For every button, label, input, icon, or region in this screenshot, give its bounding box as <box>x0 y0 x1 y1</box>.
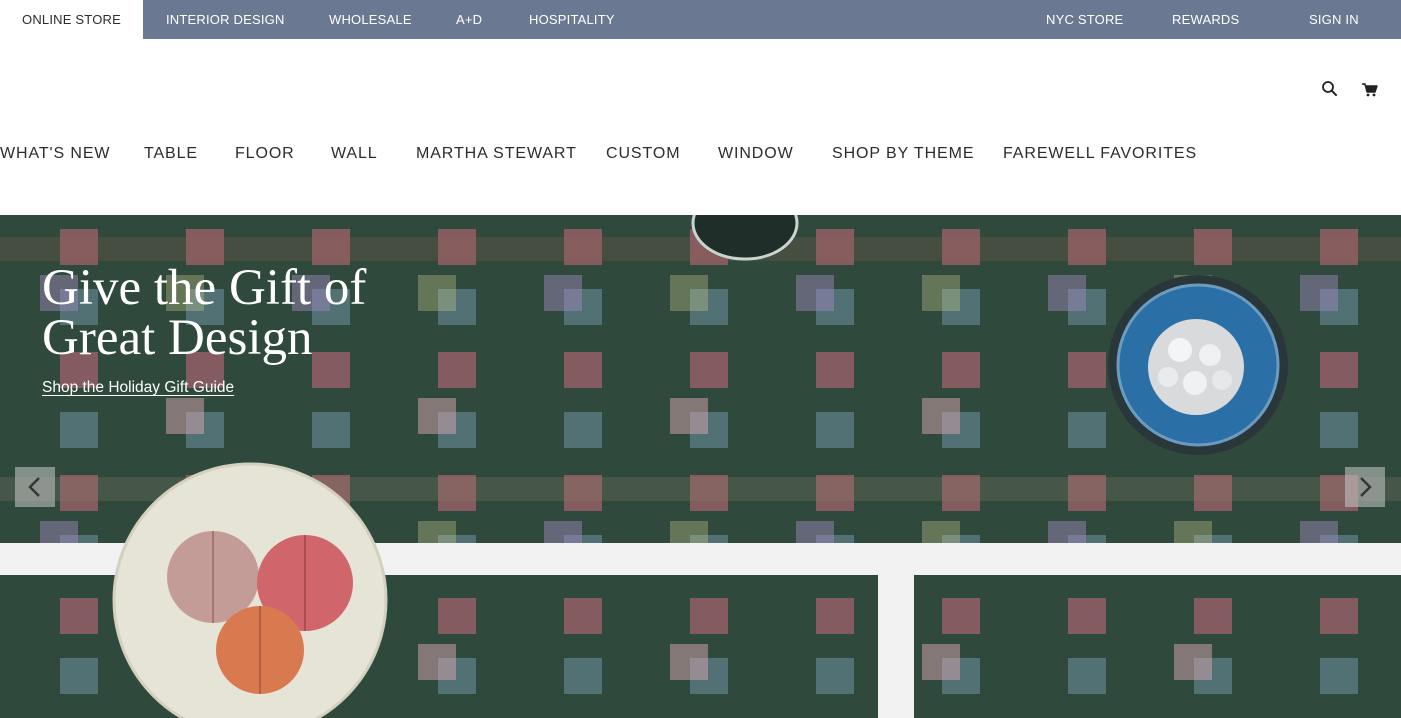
tab-wholesale[interactable]: WHOLESALE <box>329 0 412 39</box>
chevron-right-icon <box>1360 477 1372 497</box>
chevron-left-icon <box>28 477 40 497</box>
nav-wall[interactable]: WALL <box>331 145 378 163</box>
rewards-link[interactable]: REWARDS <box>1172 0 1239 39</box>
main-nav: WHAT'S NEW TABLE FLOOR WALL MARTHA STEWA… <box>0 145 1401 171</box>
tab-interior-design[interactable]: INTERIOR DESIGN <box>166 0 285 39</box>
sign-in-link[interactable]: SIGN IN <box>1309 0 1359 39</box>
utility-bar: ONLINE STORE INTERIOR DESIGN WHOLESALE A… <box>0 0 1401 39</box>
hero-title-line-1: Give the Gift of <box>42 260 367 316</box>
carousel-prev-button[interactable] <box>15 467 55 507</box>
hero-title-line-2: Great Design <box>42 310 313 366</box>
tab-a-plus-d[interactable]: A+D <box>456 0 482 39</box>
nav-farewell-favorites[interactable]: FAREWELL FAVORITES <box>1003 145 1197 163</box>
nyc-store-link[interactable]: NYC STORE <box>1046 0 1123 39</box>
nav-whats-new[interactable]: WHAT'S NEW <box>0 145 110 163</box>
nav-custom[interactable]: CUSTOM <box>606 145 680 163</box>
nav-table[interactable]: TABLE <box>144 145 198 163</box>
hero-title: Give the Gift of Great Design <box>42 260 462 366</box>
tab-hospitality[interactable]: HOSPITALITY <box>529 0 615 39</box>
nav-martha-stewart[interactable]: MARTHA STEWART <box>416 145 577 163</box>
nav-floor[interactable]: FLOOR <box>235 145 295 163</box>
tab-online-store[interactable]: ONLINE STORE <box>0 0 143 39</box>
nav-shop-by-theme[interactable]: SHOP BY THEME <box>832 145 974 163</box>
nav-window[interactable]: WINDOW <box>718 145 794 163</box>
cart-icon[interactable] <box>1360 79 1380 99</box>
carousel-next-button[interactable] <box>1345 467 1385 507</box>
hero-banner: Give the Gift of Great Design Shop the H… <box>0 215 1401 718</box>
search-icon[interactable] <box>1320 79 1340 99</box>
holiday-gift-guide-link[interactable]: Shop the Holiday Gift Guide <box>42 379 234 397</box>
